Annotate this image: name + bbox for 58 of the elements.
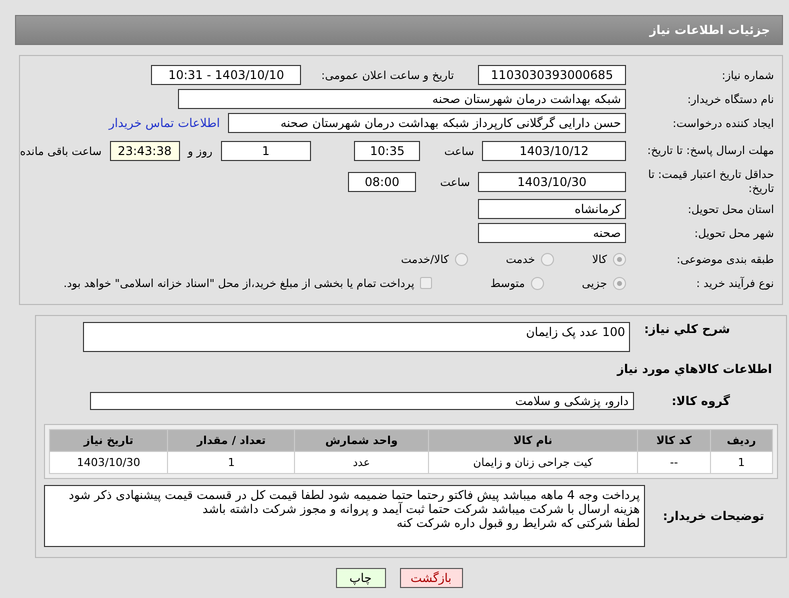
note-line: پرداخت وجه 4 ماهه میباشد پیش فاکتو رحتما حتما ضمیمه شود لطفا قیمت کل در قسمت قیمت پیشنهادی ذکر شود	[68, 488, 640, 502]
field-label: نوع فرآیند خرید :	[695, 276, 774, 290]
radio-button[interactable]	[613, 276, 626, 290]
number-field: 1103030393000685	[478, 65, 626, 85]
field-label: استان محل تحویل:	[686, 202, 774, 216]
option-label: کالا/خدمت	[401, 252, 449, 266]
option-label: پرداخت تمام یا بخشی از مبلغ خرید،از محل "اسناد خزانه اسلامی" خواهد بود.	[64, 276, 414, 290]
field-label: شماره نیاز:	[720, 68, 774, 82]
field-label: شرح کلي نياز:	[644, 322, 730, 336]
field-label: گروه کالا:	[672, 394, 730, 408]
back-button[interactable]: بازگشت	[400, 568, 462, 588]
table-cell: 1	[168, 452, 295, 474]
field-label: تاریخ و ساعت اعلان عمومی:	[321, 68, 454, 82]
radio-button[interactable]	[530, 276, 544, 290]
option-label: کالا	[592, 252, 607, 266]
option-label: خدمت	[506, 252, 536, 266]
table-cell: --	[638, 452, 710, 474]
field-label: ساعت باقی مانده	[20, 144, 102, 158]
radio-button[interactable]	[454, 252, 468, 266]
table-header: تعداد / مقدار	[168, 430, 295, 452]
note-line: هزینه ارسال با شرکت میباشد شرکت حتما ثبت آیمد و پروانه و مجوز شرکت داشته باشد	[202, 502, 640, 516]
buyer-contact-link[interactable]: اطلاعات تماس خریدار	[108, 116, 220, 130]
table-header: تاریخ نیاز	[50, 430, 168, 452]
page-title: جزئیات اطلاعات نیاز	[649, 23, 770, 37]
countdown-field: 23:43:38	[110, 141, 180, 161]
field-label: شهر محل تحویل:	[693, 226, 774, 240]
option-label: جزیی	[582, 276, 607, 290]
table-cell: 1	[710, 452, 772, 474]
table-header: ردیف	[710, 430, 772, 452]
radio-button[interactable]	[541, 252, 554, 266]
table-cell: کیت جراحی زنان و زایمان	[428, 452, 638, 474]
time-field: 10:35	[354, 141, 420, 161]
section-heading: اطلاعات کالاهاي مورد نياز	[617, 362, 772, 376]
table-header: کد کالا	[638, 430, 710, 452]
table-cell: عدد	[294, 452, 428, 474]
field-label: طبقه بندی موضوعی:	[676, 252, 774, 266]
field-label: ایجاد کننده درخواست:	[672, 116, 774, 130]
description-area: 100 عدد پک زایمان	[83, 322, 630, 352]
table-header: واحد شمارش	[294, 430, 428, 452]
option-label: متوسط	[490, 276, 525, 290]
field-label: روز و	[188, 144, 212, 158]
field-label: حداقل تاریخ اعتبار قیمت: تا تاریخ:	[647, 168, 774, 196]
field-label: ساعت	[444, 144, 474, 158]
print-button[interactable]: چاپ	[336, 568, 386, 588]
table-header: نام کالا	[428, 430, 638, 452]
checkbox[interactable]	[420, 277, 432, 289]
radio-button[interactable]	[613, 252, 626, 266]
time-field: 08:00	[348, 172, 416, 192]
field-label: مهلت ارسال پاسخ: تا تاریخ:	[646, 144, 774, 158]
table-cell: 1403/10/30	[50, 452, 168, 474]
date-field: 1403/10/30	[478, 172, 626, 192]
field-label: ساعت	[440, 176, 470, 188]
field-label: توضیحات خریدار:	[662, 509, 764, 523]
date-field: 1403/10/12	[482, 141, 626, 161]
field-label: نام دستگاه خریدار:	[686, 92, 774, 106]
date-field: 1403/10/10 - 10:31	[151, 65, 302, 85]
number-field: 1	[220, 141, 312, 161]
note-line: لطفا شرکتی که شرایط رو قبول داره شرکت کنه	[396, 516, 640, 530]
